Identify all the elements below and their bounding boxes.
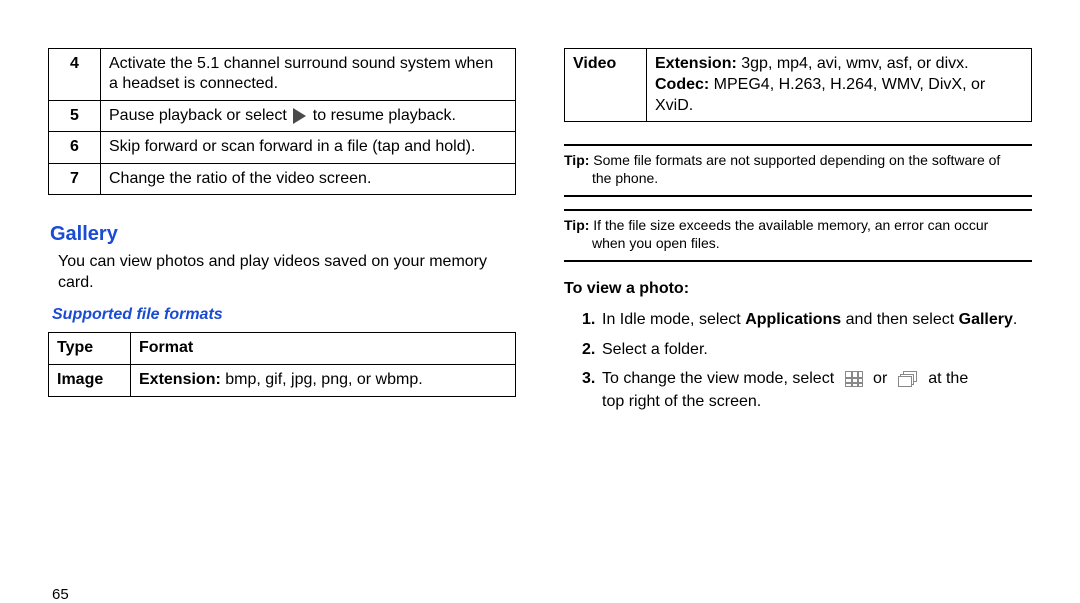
left-column: 4 Activate the 5.1 channel surround soun… — [48, 48, 516, 573]
step-text: Pause playback or select to resume playb… — [101, 100, 516, 131]
supported-formats-heading: Supported file formats — [48, 306, 516, 324]
table-row: Image Extension: bmp, gif, jpg, png, or … — [49, 364, 516, 396]
step-text: Change the ratio of the video screen. — [101, 163, 516, 194]
format-cell: Extension: 3gp, mp4, avi, wmv, asf, or d… — [647, 49, 1032, 122]
tip-2: Tip: If the file size exceeds the availa… — [564, 209, 1032, 262]
col-format: Format — [131, 332, 516, 364]
step-text: Activate the 5.1 channel surround sound … — [101, 49, 516, 101]
step-number: 7 — [49, 163, 101, 194]
view-photo-steps: 1. In Idle mode, select Applications and… — [564, 308, 1032, 413]
step-text: Skip forward or scan forward in a file (… — [101, 132, 516, 163]
type-cell: Image — [49, 364, 131, 396]
right-column: Video Extension: 3gp, mp4, avi, wmv, asf… — [564, 48, 1032, 573]
steps-table: 4 Activate the 5.1 channel surround soun… — [48, 48, 516, 195]
gallery-body: You can view photos and play videos save… — [50, 252, 516, 294]
gallery-heading: Gallery — [50, 223, 516, 246]
list-item: 1. In Idle mode, select Applications and… — [582, 308, 1032, 331]
list-item: 3. To change the view mode, select or at… — [582, 367, 1032, 413]
tip-1: Tip: Some file formats are not supported… — [564, 144, 1032, 197]
table-row: 5 Pause playback or select to resume pla… — [49, 100, 516, 131]
type-cell: Video — [565, 49, 647, 122]
table-header-row: Type Format — [49, 332, 516, 364]
table-row: Video Extension: 3gp, mp4, avi, wmv, asf… — [565, 49, 1032, 122]
step-number: 6 — [49, 132, 101, 163]
list-item: 2. Select a folder. — [582, 338, 1032, 361]
view-photo-heading: To view a photo: — [564, 280, 1032, 298]
col-type: Type — [49, 332, 131, 364]
table-row: 4 Activate the 5.1 channel surround soun… — [49, 49, 516, 101]
play-icon — [293, 108, 306, 124]
page-number: 65 — [52, 586, 69, 603]
table-row: 7 Change the ratio of the video screen. — [49, 163, 516, 194]
formats-table-left: Type Format Image Extension: bmp, gif, j… — [48, 332, 516, 397]
table-row: 6 Skip forward or scan forward in a file… — [49, 132, 516, 163]
grid-view-icon — [845, 371, 863, 387]
stack-view-icon — [898, 371, 918, 387]
step-number: 5 — [49, 100, 101, 131]
formats-table-right: Video Extension: 3gp, mp4, avi, wmv, asf… — [564, 48, 1032, 122]
format-cell: Extension: bmp, gif, jpg, png, or wbmp. — [131, 364, 516, 396]
step-number: 4 — [49, 49, 101, 101]
